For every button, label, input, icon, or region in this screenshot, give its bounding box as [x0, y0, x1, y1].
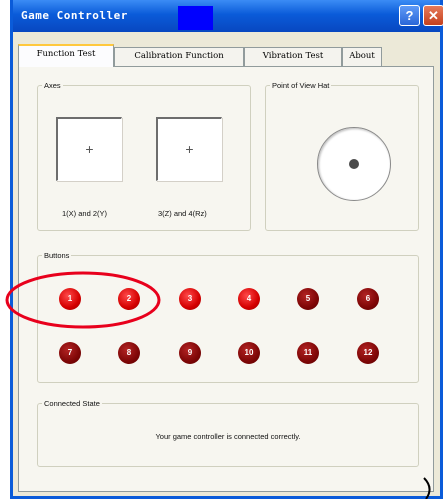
connected-state-group: Connected State Your game controller is …	[37, 399, 419, 467]
point-of-view-hat-title: Point of View Hat	[272, 81, 330, 90]
joystick-button-12[interactable]: 12	[357, 342, 379, 364]
buttons-group: Buttons 1 2 3 4 5 6 7 8 9 10 11 12	[37, 251, 419, 383]
close-icon[interactable]: ✕	[423, 5, 443, 26]
joystick-button-5[interactable]: 5	[297, 288, 319, 310]
joystick-button-10[interactable]: 10	[238, 342, 260, 364]
tab-function-test[interactable]: Function Test	[18, 44, 114, 67]
function-test-panel: Axes + + 1(X) and 2(Y) 3(Z) and 4(Rz) Po…	[18, 66, 434, 492]
joystick-button-6[interactable]: 6	[357, 288, 379, 310]
joystick-button-8[interactable]: 8	[118, 342, 140, 364]
joystick-button-11[interactable]: 11	[297, 342, 319, 364]
buttons-group-title: Buttons	[44, 251, 70, 260]
axis-z-rz-label: 3(Z) and 4(Rz)	[158, 209, 207, 218]
crosshair-icon: +	[185, 141, 194, 157]
axis-z-rz-box: +	[156, 117, 222, 181]
tab-strip: Function Test Calibration Function Vibra…	[18, 44, 438, 67]
joystick-button-9[interactable]: 9	[179, 342, 201, 364]
help-icon[interactable]: ?	[399, 5, 420, 26]
pov-hat-indicator	[317, 127, 391, 201]
crosshair-icon: +	[85, 141, 94, 157]
joystick-button-3[interactable]: 3	[179, 288, 201, 310]
joystick-button-2[interactable]: 2	[118, 288, 140, 310]
connection-status-text: Your game controller is connected correc…	[155, 432, 301, 441]
title-highlight-block	[178, 6, 213, 30]
axes-group: Axes + + 1(X) and 2(Y) 3(Z) and 4(Rz)	[37, 81, 251, 231]
game-controller-window: Game Controller ? ✕ Function Test Calibr…	[10, 0, 443, 499]
connected-state-title: Connected State	[44, 399, 100, 408]
axis-xy-box: +	[56, 117, 122, 181]
joystick-button-4[interactable]: 4	[238, 288, 260, 310]
tab-about[interactable]: About	[342, 47, 382, 66]
tab-calibration-function[interactable]: Calibration Function	[114, 47, 244, 66]
joystick-button-1[interactable]: 1	[59, 288, 81, 310]
point-of-view-hat-group: Point of View Hat	[265, 81, 419, 231]
window-title: Game Controller	[21, 9, 128, 22]
title-bar[interactable]: Game Controller ? ✕	[13, 0, 443, 32]
axes-group-title: Axes	[44, 81, 61, 90]
pov-hat-dot	[349, 159, 359, 169]
tab-vibration-test[interactable]: Vibration Test	[244, 47, 342, 66]
joystick-button-7[interactable]: 7	[59, 342, 81, 364]
axis-xy-label: 1(X) and 2(Y)	[62, 209, 108, 218]
